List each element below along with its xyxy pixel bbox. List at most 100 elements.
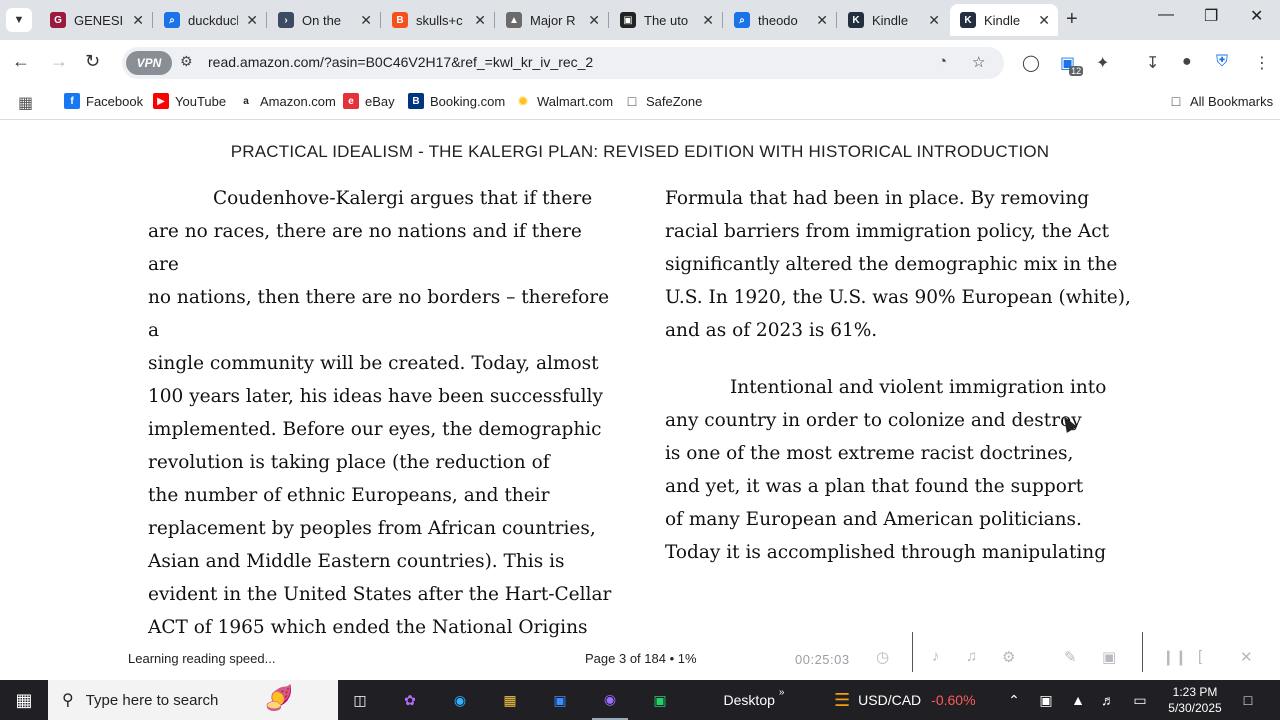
bookmark-star-icon[interactable]: ☆	[972, 53, 985, 71]
tab-theodo[interactable]: ⌕ theodo ✕	[724, 4, 836, 36]
vpn-badge[interactable]: VPN	[126, 51, 172, 75]
bookmark-booking[interactable]: B Booking.com	[408, 93, 505, 109]
tab-major[interactable]: ▲ Major R ✕	[496, 4, 608, 36]
apps-grid-icon[interactable]: ▦	[18, 93, 33, 113]
text-line: of many European and American politician…	[665, 509, 1082, 530]
search-favicon-icon: ⌕	[164, 12, 180, 28]
extension-stack-icon[interactable]: ▣12	[1060, 53, 1089, 76]
tab-kindle-active[interactable]: K Kindle ✕	[950, 4, 1058, 36]
bookmark-safezone[interactable]: □ SafeZone	[624, 93, 702, 109]
edge-icon[interactable]: ◉	[442, 680, 478, 720]
minimize-button[interactable]: —	[1158, 6, 1174, 24]
ticker-widget[interactable]: ☰ USD/CAD -0.60%	[834, 680, 984, 720]
reload-button[interactable]: ↻	[85, 51, 100, 72]
text-line: and yet, it was a plan that found the su…	[665, 476, 1084, 497]
tab-strip: ▼ G GENESIS ✕ ⌕ duckduck ✕ › On the ✕ B …	[0, 0, 1280, 40]
tab-the-uto[interactable]: ▣ The uto ✕	[610, 4, 722, 36]
copilot-icon[interactable]: ✿	[392, 680, 428, 720]
close-tab-icon[interactable]: ✕	[928, 12, 940, 29]
close-tab-icon[interactable]: ✕	[360, 12, 372, 29]
url-text[interactable]: read.amazon.com/?asin=B0C46V2H17&ref_=kw…	[208, 54, 593, 70]
folder-icon: □	[1168, 93, 1184, 109]
back-button[interactable]: ←	[12, 51, 30, 72]
bookmark-ebay[interactable]: e eBay	[343, 93, 395, 109]
browser-app-icon[interactable]: ◉	[592, 680, 628, 720]
new-tab-button[interactable]: +	[1066, 8, 1078, 31]
tray-app-icon[interactable]: ▣	[1036, 680, 1056, 720]
tray-chevron-icon[interactable]: ⌃	[1004, 680, 1024, 720]
security-shield-icon[interactable]: ⛨	[1216, 53, 1228, 71]
folder-icon: □	[624, 93, 640, 109]
tab-on-the[interactable]: › On the ✕	[268, 4, 380, 36]
kindle-favicon-icon: K	[848, 12, 864, 28]
speaker-icon[interactable]: ♫	[966, 648, 977, 665]
close-tab-icon[interactable]: ✕	[588, 12, 600, 29]
tab-title: Kindle	[984, 12, 1021, 28]
profile-icon[interactable]: ●	[1182, 53, 1192, 71]
text-line: revolution is taking place (the reductio…	[148, 452, 550, 473]
notification-icon[interactable]: □	[1236, 680, 1260, 720]
ticker-symbol: USD/CAD	[858, 692, 922, 708]
close-tab-icon[interactable]: ✕	[702, 12, 714, 29]
battery-icon[interactable]: ▭	[1130, 680, 1150, 720]
text-line: Formula that had been in place. By remov…	[665, 188, 1090, 209]
download-icon[interactable]: ↧	[1146, 53, 1159, 73]
close-tab-icon[interactable]: ✕	[132, 12, 144, 29]
tab-title: The uto	[644, 12, 689, 28]
bracket-icon[interactable]: [	[1198, 648, 1202, 665]
bookmark-youtube[interactable]: ▶ YouTube	[153, 93, 226, 109]
close-tab-icon[interactable]: ✕	[816, 12, 828, 29]
taskbar-search[interactable]: ⚲ Type here to search 🍠	[48, 680, 338, 720]
pen-icon[interactable]: ✎	[1064, 648, 1077, 666]
microphone-icon[interactable]: ♪	[932, 648, 940, 665]
menu-kebab-icon[interactable]: ⋮	[1254, 53, 1270, 73]
text-line: U.S. In 1920, the U.S. was 90% European …	[665, 287, 1131, 308]
close-tab-icon[interactable]: ✕	[474, 12, 486, 29]
close-tab-icon[interactable]: ✕	[246, 12, 258, 29]
text-line: replacement by peoples from African coun…	[148, 518, 596, 539]
settings-gear-icon[interactable]: ⚙	[1002, 648, 1015, 666]
bookmark-amazon[interactable]: a Amazon.com	[238, 93, 336, 109]
address-bar[interactable]: VPN ⚙ read.amazon.com/?asin=B0C46V2H17&r…	[122, 47, 1004, 79]
facebook-icon: f	[64, 93, 80, 109]
close-overlay-icon[interactable]: ✕	[1240, 648, 1253, 666]
site-info-icon[interactable]: ⚙	[180, 53, 193, 70]
system-clock[interactable]: 1:23 PM 5/30/2025	[1160, 680, 1230, 720]
terminal-app-icon[interactable]: ▣	[642, 680, 678, 720]
all-bookmarks-folder[interactable]: □ All Bookmarks	[1168, 93, 1273, 109]
capture-icon[interactable]: ▣	[1102, 648, 1116, 666]
volume-icon[interactable]: ♬	[1098, 680, 1118, 720]
ticker-change: -0.60%	[931, 692, 976, 708]
text-line: 100 years later, his ideas have been suc…	[148, 386, 603, 407]
tab-duckduckgo[interactable]: ⌕ duckduck ✕	[154, 4, 266, 36]
clock-date: 5/30/2025	[1168, 701, 1222, 715]
start-windows-icon[interactable]: ▦	[0, 680, 48, 720]
file-explorer-icon[interactable]: ▦	[492, 680, 528, 720]
browser-chrome: ▼ G GENESIS ✕ ⌕ duckduck ✕ › On the ✕ B …	[0, 0, 1280, 120]
performance-icon[interactable]: ◔	[938, 53, 947, 70]
close-tab-icon[interactable]: ✕	[1038, 12, 1050, 29]
bookmark-facebook[interactable]: f Facebook	[64, 93, 143, 109]
network-icon[interactable]: ▲	[1068, 680, 1088, 720]
task-view-icon[interactable]: ◫	[342, 680, 378, 720]
text-line: Intentional and violent immigration into	[730, 377, 1107, 398]
extension-shield-icon[interactable]: ◯	[1022, 53, 1040, 73]
right-text-column: Formula that had been in place. By remov…	[665, 182, 1135, 569]
close-window-button[interactable]: ✕	[1250, 6, 1263, 26]
forward-button[interactable]: →	[50, 51, 68, 72]
text-line: no nations, then there are no borders – …	[148, 287, 610, 341]
tab-skulls[interactable]: B skulls+c ✕	[382, 4, 494, 36]
tab-search-button[interactable]: ▼	[6, 8, 32, 32]
store-icon[interactable]: ▣	[542, 680, 578, 720]
tab-title: On the	[302, 12, 342, 28]
search-icon: ⚲	[62, 692, 74, 709]
tab-kindle-1[interactable]: K Kindle ✕	[838, 4, 948, 36]
desktop-toolbar[interactable]: Desktop »	[722, 680, 785, 720]
pause-icon[interactable]: ❙❙	[1162, 648, 1187, 666]
timer-icon[interactable]: ◷	[876, 648, 889, 666]
bookmark-walmart[interactable]: ✹ Walmart.com	[515, 93, 613, 109]
tab-genesis[interactable]: G GENESIS ✕	[40, 4, 152, 36]
text-line: ACT of 1965 which ended the National Ori…	[148, 617, 588, 638]
restore-button[interactable]: ❐	[1204, 6, 1218, 26]
extensions-puzzle-icon[interactable]: ✦	[1096, 53, 1109, 73]
